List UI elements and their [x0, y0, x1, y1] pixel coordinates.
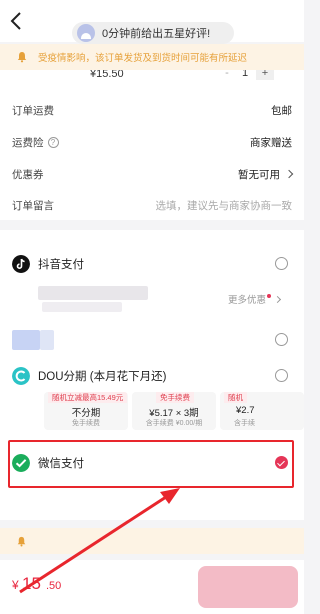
annotation-arrow: [19, 488, 180, 594]
